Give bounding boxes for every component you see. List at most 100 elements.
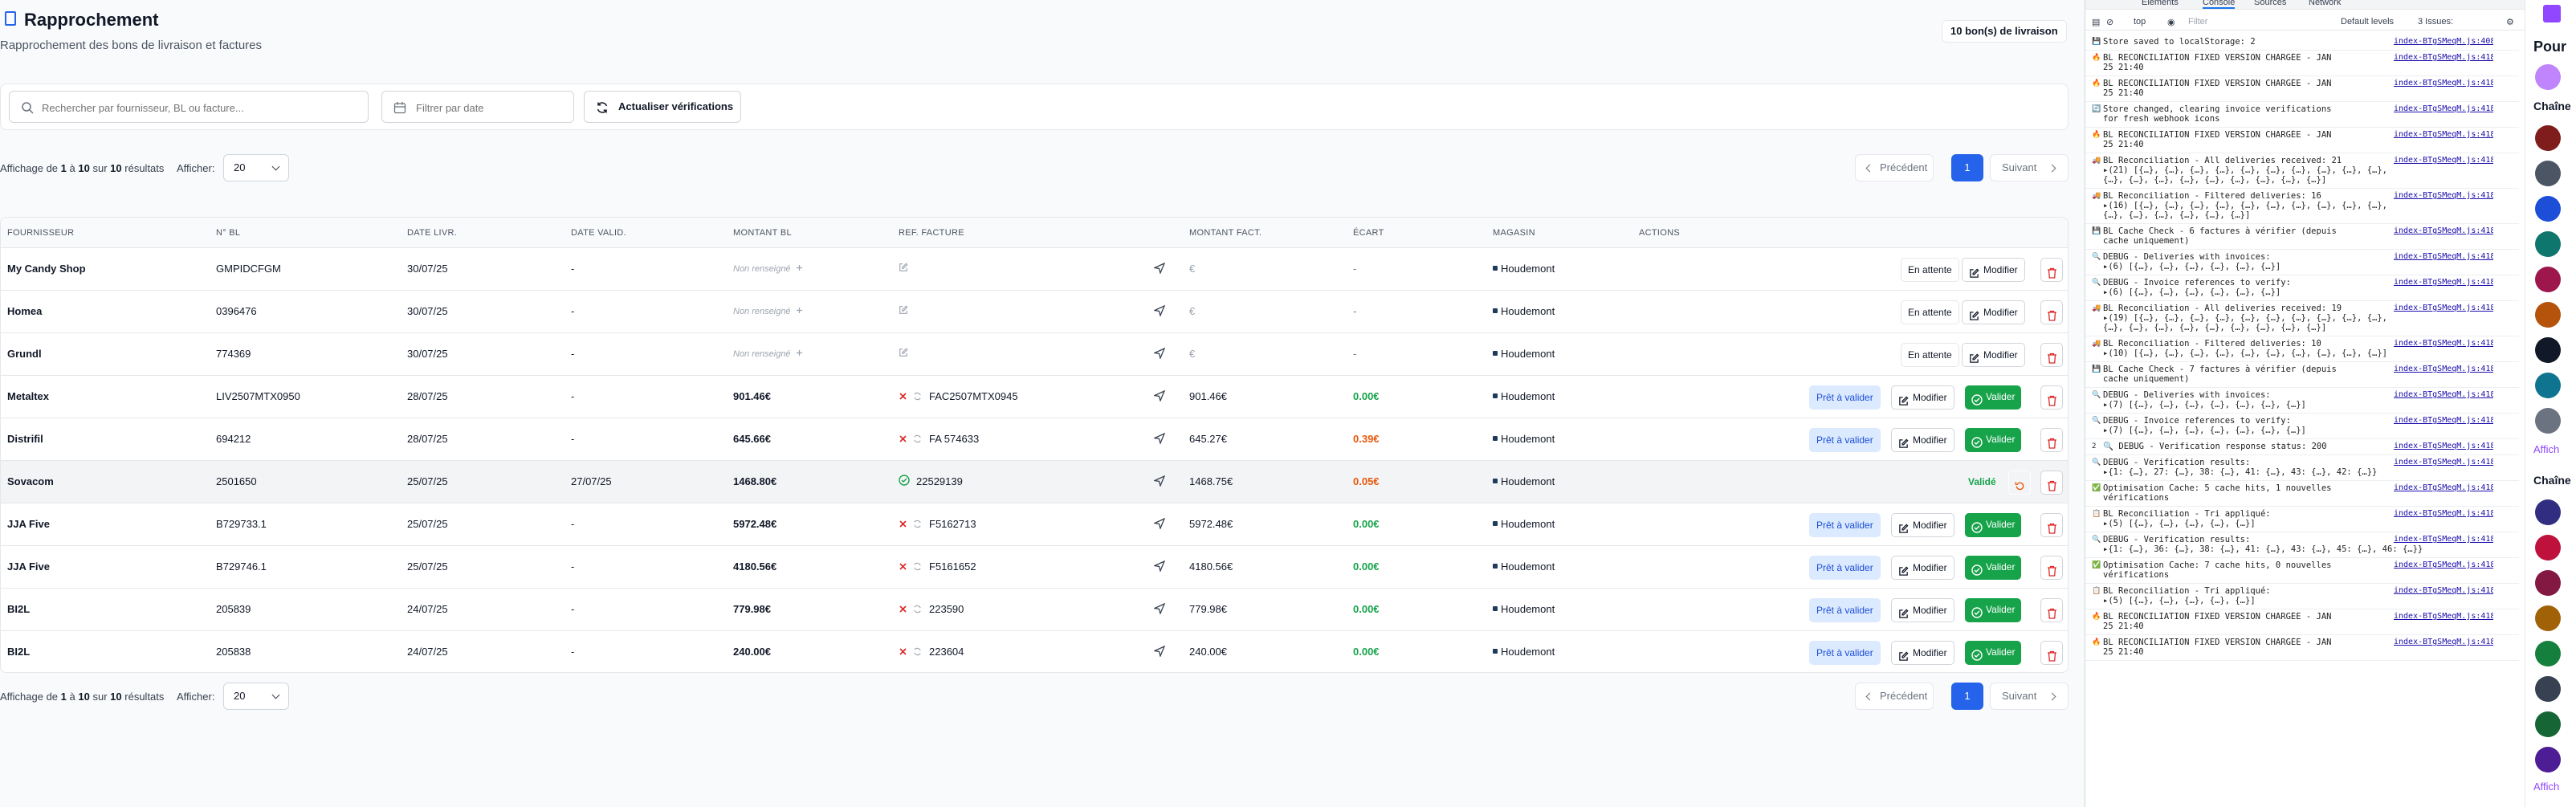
console-filter-input[interactable]: Filter — [2188, 17, 2207, 26]
gear-icon[interactable]: ⚙ — [2506, 17, 2514, 27]
remove-icon[interactable] — [899, 646, 907, 658]
delete-button[interactable] — [2040, 471, 2063, 495]
avatar[interactable] — [2535, 161, 2561, 186]
log-source-link[interactable]: index-BTgSMeqM.js:418 — [2394, 53, 2493, 63]
avatar[interactable] — [2535, 499, 2561, 525]
tab-network[interactable]: Network — [2309, 0, 2341, 7]
validate-button[interactable]: Valider — [1965, 641, 2022, 665]
avatar[interactable] — [2535, 267, 2561, 292]
refresh-verifications-button[interactable]: Actualiser vérifications — [584, 91, 741, 123]
log-source-link[interactable]: index-BTgSMeqM.js:418 — [2394, 79, 2493, 88]
prev-page-button[interactable]: Précédent — [1855, 683, 1934, 710]
modify-button[interactable]: Modifier — [1891, 428, 1954, 452]
search-field[interactable] — [9, 91, 369, 123]
log-source-link[interactable]: index-BTgSMeqM.js:418 — [2394, 390, 2493, 400]
log-levels-select[interactable]: Default levels — [2341, 17, 2394, 26]
remove-icon[interactable] — [899, 561, 907, 573]
avatar[interactable] — [2535, 196, 2561, 222]
avatar[interactable] — [2535, 302, 2561, 328]
delete-button[interactable] — [2040, 598, 2063, 622]
log-source-link[interactable]: index-BTgSMeqM.js:418 — [2394, 638, 2493, 647]
next-page-button[interactable]: Suivant — [1990, 154, 2069, 181]
prev-page-button[interactable]: Précédent — [1855, 154, 1934, 181]
log-source-link[interactable]: index-BTgSMeqM.js:418 — [2394, 416, 2493, 426]
avatar[interactable] — [2535, 125, 2561, 151]
send-icon[interactable] — [1152, 517, 1166, 532]
delete-button[interactable] — [2040, 556, 2063, 580]
log-source-link[interactable]: index-BTgSMeqM.js:418 — [2394, 612, 2493, 622]
edit-invoice-ref-icon[interactable] — [899, 263, 908, 275]
avatar[interactable] — [2535, 337, 2561, 363]
modify-button[interactable]: Modifier — [1962, 258, 2025, 282]
sync-icon[interactable] — [913, 604, 922, 616]
send-icon[interactable] — [1152, 602, 1166, 617]
modify-button[interactable]: Modifier — [1891, 641, 1954, 665]
delete-button[interactable] — [2040, 343, 2063, 367]
log-source-link[interactable]: index-BTgSMeqM.js:408 — [2394, 37, 2493, 47]
tab-console[interactable]: Console — [2203, 0, 2236, 9]
avatar[interactable] — [2535, 747, 2561, 772]
delete-button[interactable] — [2040, 428, 2063, 452]
edit-invoice-ref-icon[interactable] — [899, 348, 908, 360]
log-source-link[interactable]: index-BTgSMeqM.js:418 — [2394, 586, 2493, 596]
avatar[interactable] — [2535, 570, 2561, 596]
log-source-link[interactable]: index-BTgSMeqM.js:418 — [2394, 191, 2493, 201]
revert-button[interactable] — [2008, 471, 2031, 495]
modify-button[interactable]: Modifier — [1891, 598, 1954, 622]
sync-icon[interactable] — [913, 646, 922, 658]
show-more-link[interactable]: Affich — [2533, 781, 2559, 793]
log-source-link[interactable]: index-BTgSMeqM.js:418 — [2394, 130, 2493, 140]
avatar[interactable] — [2535, 605, 2561, 631]
edit-invoice-ref-icon[interactable] — [899, 305, 908, 317]
validate-button[interactable]: Valider — [1965, 513, 2022, 537]
log-source-link[interactable]: index-BTgSMeqM.js:418 — [2394, 226, 2493, 236]
send-icon[interactable] — [1152, 389, 1166, 404]
tab-elements[interactable]: Elements — [2142, 0, 2179, 7]
page-1-button[interactable]: 1 — [1951, 154, 1983, 181]
log-source-link[interactable]: index-BTgSMeqM.js:418 — [2394, 509, 2493, 519]
add-amount-icon[interactable] — [796, 307, 803, 316]
avatar[interactable] — [2535, 711, 2561, 737]
bl-amount-empty[interactable]: Non renseigné — [733, 349, 803, 359]
show-more-link[interactable]: Affich — [2533, 443, 2559, 455]
eye-icon[interactable]: ◉ — [2167, 17, 2175, 27]
sidebar-toggle-icon[interactable]: ▤ — [2092, 17, 2100, 27]
send-icon[interactable] — [1152, 262, 1166, 276]
validate-button[interactable]: Valider — [1965, 385, 2022, 410]
modify-button[interactable]: Modifier — [1962, 343, 2025, 367]
delete-button[interactable] — [2040, 258, 2063, 282]
send-icon[interactable] — [1152, 432, 1166, 446]
validate-button[interactable]: Valider — [1965, 556, 2022, 580]
send-icon[interactable] — [1152, 347, 1166, 361]
remove-icon[interactable] — [899, 604, 907, 616]
log-source-link[interactable]: index-BTgSMeqM.js:418 — [2394, 339, 2493, 348]
context-select[interactable]: top — [2134, 17, 2146, 26]
log-source-link[interactable]: index-BTgSMeqM.js:418 — [2394, 104, 2493, 114]
validate-button[interactable]: Valider — [1965, 598, 2022, 622]
send-icon[interactable] — [1152, 645, 1166, 659]
validate-button[interactable]: Valider — [1965, 428, 2022, 452]
log-source-link[interactable]: index-BTgSMeqM.js:418 — [2394, 304, 2493, 313]
sync-icon[interactable] — [913, 434, 922, 446]
avatar[interactable] — [2535, 641, 2561, 666]
log-source-link[interactable]: index-BTgSMeqM.js:418 — [2394, 156, 2493, 165]
send-icon[interactable] — [1152, 560, 1166, 574]
sync-icon[interactable] — [913, 561, 922, 573]
avatar[interactable] — [2535, 231, 2561, 257]
search-input[interactable] — [42, 100, 355, 116]
tab-sources[interactable]: Sources — [2254, 0, 2286, 7]
remove-icon[interactable] — [899, 434, 907, 446]
avatar[interactable] — [2535, 535, 2561, 560]
per-page-select[interactable]: 20 — [223, 154, 289, 181]
sync-icon[interactable] — [913, 391, 922, 403]
avatar[interactable] — [2535, 64, 2561, 90]
page-1-button[interactable]: 1 — [1951, 683, 1983, 710]
remove-icon[interactable] — [899, 519, 907, 531]
modify-button[interactable]: Modifier — [1962, 300, 2025, 324]
date-filter[interactable] — [381, 91, 574, 123]
modify-button[interactable]: Modifier — [1891, 513, 1954, 537]
avatar[interactable] — [2535, 408, 2561, 434]
avatar[interactable] — [2535, 373, 2561, 398]
add-amount-icon[interactable] — [796, 264, 803, 274]
remove-icon[interactable] — [899, 391, 907, 403]
